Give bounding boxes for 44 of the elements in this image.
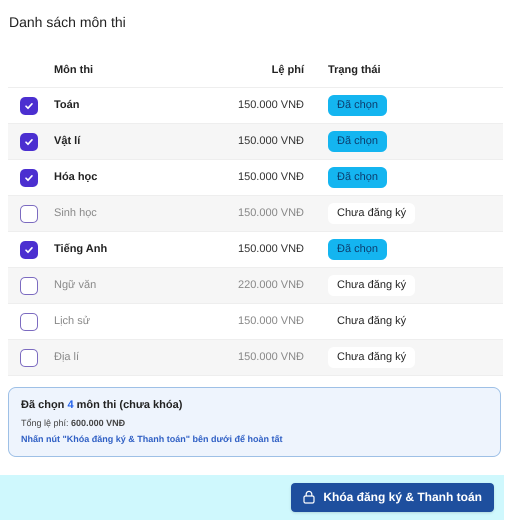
- subject-cell-text: Lịch sử: [54, 314, 92, 330]
- status-badge: Chưa đăng ký: [328, 347, 416, 368]
- subject-cell-text: Địa lí: [54, 350, 80, 366]
- status-badge: Đã chọn: [328, 239, 387, 260]
- fee-cell-text: 150.000 VNĐ: [236, 350, 304, 366]
- selection-summary: Đã chọn 4 môn thi (chưa khóa): [21, 398, 184, 413]
- fee-cell-text: 150.000 VNĐ: [236, 98, 304, 114]
- fee-cell-text: 150.000 VNĐ: [236, 242, 304, 258]
- total-fee: Tổng lệ phí: 600.000 VNĐ: [21, 416, 126, 430]
- checkbox[interactable]: [20, 276, 38, 294]
- checkbox[interactable]: [20, 204, 38, 222]
- section-title: Danh sách môn thi: [8, 13, 127, 32]
- fee-cell-text: 150.000 VNĐ: [236, 170, 304, 186]
- fee-cell-text: 150.000 VNĐ: [236, 206, 304, 222]
- checkmark-icon: [24, 172, 34, 182]
- subject-cell-text: Sinh học: [54, 206, 98, 222]
- checkbox[interactable]: [20, 132, 38, 150]
- checkmark-icon: [24, 136, 34, 146]
- fee-cell-text: 150.000 VNĐ: [236, 314, 304, 330]
- subject-cell-text: Vật lí: [54, 134, 82, 150]
- fee-cell-text: 150.000 VNĐ: [236, 134, 304, 150]
- checkmark-icon: [24, 100, 34, 110]
- status-badge: Chưa đăng ký: [328, 203, 416, 224]
- status-badge: Chưa đăng ký: [328, 275, 416, 296]
- lock-icon: [303, 490, 316, 504]
- column-header: Trạng thái: [327, 63, 382, 78]
- column-header: Môn thi: [54, 63, 94, 78]
- subject-cell-text: Ngữ văn: [54, 278, 98, 294]
- subject-cell-text: Toán: [54, 98, 80, 114]
- checkmark-icon: [24, 244, 34, 254]
- checkbox[interactable]: [20, 348, 38, 366]
- lock-and-pay-button[interactable]: Khóa đăng ký & Thanh toán: [291, 482, 494, 512]
- column-header: Lệ phí: [270, 63, 304, 78]
- checkbox[interactable]: [20, 240, 38, 258]
- checkbox[interactable]: [20, 312, 38, 330]
- status-badge: Đã chọn: [328, 167, 387, 188]
- subject-cell-text: Tiếng Anh: [54, 242, 108, 258]
- fee-cell-text: 220.000 VNĐ: [236, 278, 304, 294]
- subject-cell-text: Hóa học: [54, 170, 98, 186]
- status-badge: Đã chọn: [328, 131, 387, 152]
- checkbox[interactable]: [20, 96, 38, 114]
- checkbox[interactable]: [20, 168, 38, 186]
- status-badge: Đã chọn: [328, 95, 387, 116]
- hint-text: Nhấn nút "Khóa đăng ký & Thanh toán" bên dưới để hoàn tất: [21, 433, 284, 446]
